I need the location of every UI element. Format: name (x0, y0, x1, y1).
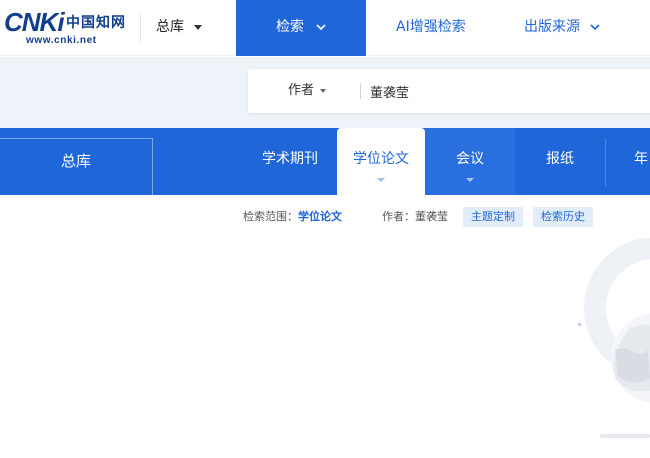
tab-label: 报纸 (546, 151, 574, 167)
expand-arrow-icon (466, 178, 474, 182)
nav-ai-search-link[interactable]: AI增强检索 (396, 0, 466, 56)
tab-newspapers[interactable]: 报纸 (520, 128, 600, 195)
tab-divider (605, 138, 606, 186)
logo-chinese-name: 中国知网 (66, 15, 126, 31)
database-switch-menu[interactable]: 总库 (156, 0, 202, 56)
expand-arrow-icon (377, 178, 385, 182)
tab-conferences[interactable]: 会议 (425, 128, 515, 195)
search-divider (360, 83, 361, 99)
database-tabs: 总库 学术期刊 学位论文 会议 报纸 年 (0, 128, 650, 195)
search-author-value: 董袭莹 (415, 210, 448, 223)
search-field-label: 作者 (288, 83, 315, 98)
nav-publication-source-label: 出版来源 (524, 19, 580, 35)
chevron-down-icon (316, 1, 326, 55)
search-input[interactable] (370, 79, 630, 103)
search-scope-label: 检索范围： (243, 210, 298, 223)
search-box: 作者 (248, 69, 650, 113)
logo-url: www.cnki.net (26, 35, 97, 46)
nav-publication-source-menu[interactable]: 出版来源 (524, 0, 600, 56)
cnki-logo[interactable]: CNKi 中国知网 www.cnki.net (4, 8, 136, 48)
nav-divider (140, 14, 141, 42)
search-scope: 检索范围：学位论文 (243, 209, 342, 225)
nav-search-label: 检索 (276, 19, 304, 35)
empty-result-illustration (560, 237, 650, 448)
tab-journals[interactable]: 学术期刊 (250, 128, 330, 195)
tab-yearbooks[interactable]: 年 (618, 128, 650, 195)
search-author: 作者：董袭莹 (382, 209, 448, 225)
search-info-row: 检索范围：学位论文 作者：董袭莹 主题定制 检索历史 (0, 196, 650, 236)
caret-down-icon (320, 88, 327, 93)
top-nav-bar: CNKi 中国知网 www.cnki.net 总库 检索 AI增强检索 出版来源 (0, 0, 650, 56)
flask-illustration-icon (578, 237, 650, 438)
tab-label: 年 (634, 151, 648, 167)
tab-label: 学术期刊 (262, 151, 318, 167)
logo-wordmark: CNKi (4, 7, 65, 37)
search-field-select[interactable]: 作者 (288, 69, 327, 113)
tab-dissertations[interactable]: 学位论文 (337, 128, 425, 195)
topic-customize-button[interactable]: 主题定制 (463, 207, 523, 227)
tab-zongku[interactable]: 总库 (0, 138, 153, 195)
tab-label: 会议 (456, 151, 484, 167)
search-area: 作者 (0, 57, 650, 128)
search-scope-value: 学位论文 (298, 210, 342, 223)
chevron-down-icon (590, 1, 600, 55)
database-switch-label: 总库 (156, 19, 184, 35)
search-history-button[interactable]: 检索历史 (533, 207, 593, 227)
search-author-label: 作者： (382, 210, 415, 223)
tab-label: 学位论文 (353, 151, 409, 167)
caret-down-icon (194, 24, 202, 30)
nav-search-menu[interactable]: 检索 (236, 0, 366, 56)
